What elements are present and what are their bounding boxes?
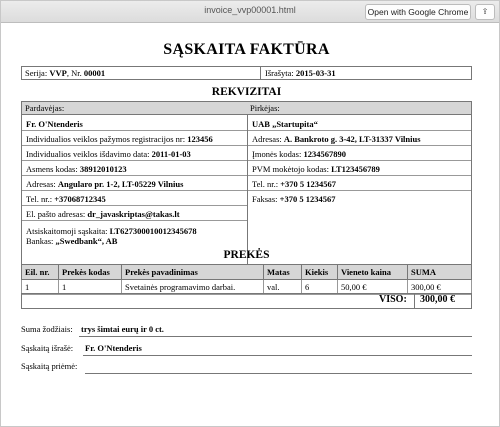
total-label: VISO: — [379, 294, 407, 305]
items-header-row: Eil. nr. Prekės kodas Prekės pavadinimas… — [21, 264, 472, 280]
seller-phone: Tel. nr.: +37068712345 — [22, 192, 247, 206]
issued-by-label: Sąskaitą išrašė: — [21, 343, 74, 353]
col-sum: SUMA — [407, 264, 472, 280]
amount-in-words-value: trys šimtai eurų ir 0 ct. — [81, 324, 164, 334]
issued-date-label: Išrašyta: — [265, 68, 294, 78]
invoice-title: SĄSKAITA FAKTŪRA — [163, 41, 330, 58]
seller-address: Adresas: Angularo pr. 1-2, LT-05229 Viln… — [22, 177, 247, 191]
items-title: PREKĖS — [223, 249, 270, 261]
issued-by-value: Fr. O'Ntenderis — [85, 343, 142, 353]
col-product-code: Prekės kodas — [58, 264, 122, 280]
buyer-fax: Faksas: +370 5 1234567 — [252, 194, 336, 204]
col-unit-price: Vieneto kaina — [337, 264, 408, 280]
series-label: Serija: — [25, 68, 48, 78]
seller-header: Pardavėjas: — [22, 102, 247, 115]
total-value: 300,00 € — [420, 294, 455, 305]
col-line-number: Eil. nr. — [21, 264, 59, 280]
divider — [260, 67, 261, 79]
number-label: Nr. — [71, 68, 82, 78]
buyer-name: UAB „Startupita“ — [248, 117, 471, 131]
issued-date: Išrašyta: 2015-03-31 — [265, 68, 336, 78]
total-divider — [414, 293, 415, 309]
signature-line — [83, 355, 472, 356]
col-unit: Matas — [263, 264, 302, 280]
seller-issue-date: Individualios veiklos išdavimo data: 201… — [22, 147, 247, 161]
items-table: Eil. nr. Prekės kodas Prekės pavadinimas… — [21, 264, 472, 295]
seller-registration: Individualios veiklos pažymos registraci… — [22, 132, 247, 146]
signature-line — [79, 336, 472, 337]
total-row: VISO: 300,00 € — [21, 293, 472, 309]
amount-in-words-label: Suma žodžiais: — [21, 324, 73, 334]
parties-table: Pardavėjas: Pirkėjas: Fr. O'Ntenderis In… — [21, 101, 472, 266]
buyer-address: Adresas: A. Bankroto g. 3-42, LT-31337 V… — [248, 132, 471, 146]
seller-personal-code: Asmens kodas: 38912010123 — [22, 162, 247, 176]
buyer-header: Pirkėjas: — [247, 102, 471, 115]
received-by-label: Sąskaitą priėmė: — [21, 361, 78, 371]
preview-window: invoice_vvp00001.html Open with Google C… — [0, 0, 500, 427]
series-row: Serija: VVP, Nr. 00001 Išrašyta: 2015-03… — [21, 66, 472, 80]
seller-name: Fr. O'Ntenderis — [22, 117, 247, 131]
col-quantity: Kiekis — [301, 264, 338, 280]
series-value: VVP — [49, 68, 67, 78]
share-icon[interactable]: ⇪ — [475, 4, 495, 20]
issued-date-value: 2015-03-31 — [295, 68, 336, 78]
signature-line — [85, 373, 472, 374]
title-bar: invoice_vvp00001.html Open with Google C… — [1, 1, 499, 23]
open-with-chrome-button[interactable]: Open with Google Chrome — [365, 4, 471, 20]
number-value: 00001 — [83, 68, 106, 78]
seller-bank: Bankas: „Swedbank“, AB — [26, 236, 118, 246]
col-product-name: Prekės pavadinimas — [121, 264, 264, 280]
series-info: Serija: VVP, Nr. 00001 — [25, 68, 106, 78]
seller-email: El. pašto adresas: dr_javaskriptas@takas… — [22, 207, 247, 221]
buyer-company-code: Įmonės kodas: 1234567890 — [248, 147, 471, 161]
requisites-title: REKVIZITAI — [211, 86, 282, 98]
buyer-vat-code: PVM mokėtojo kodas: LT123456789 — [248, 162, 471, 176]
buyer-phone: Tel. nr.: +370 5 1234567 — [248, 177, 471, 191]
